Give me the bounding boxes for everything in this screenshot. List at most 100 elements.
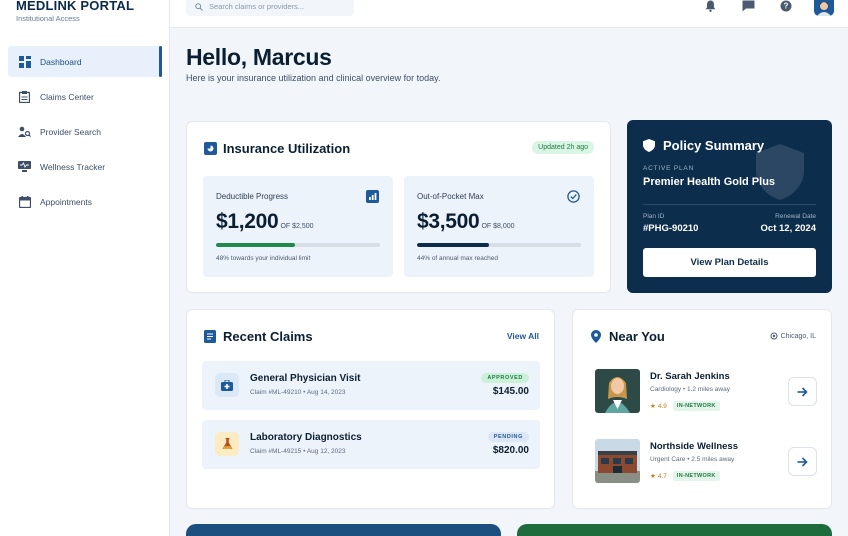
sidebar-item-label: Dashboard xyxy=(40,56,82,67)
location-label[interactable]: Chicago, IL xyxy=(770,332,816,340)
claim-meta: Claim #ML-49210 • Aug 14, 2023 xyxy=(250,389,346,396)
sidebar-item-wellness-tracker[interactable]: Wellness Tracker xyxy=(8,151,162,182)
location-text: Chicago, IL xyxy=(780,332,816,340)
star-icon: ★ xyxy=(650,403,656,410)
page-subtitle: Here is your insurance utilization and c… xyxy=(186,73,441,83)
recent-claims-card: Recent Claims View All General Physician… xyxy=(186,309,555,509)
deductible-note: 48% towards your individual limit xyxy=(216,255,311,262)
provider-name: Northside Wellness xyxy=(650,441,738,452)
star-icon: ★ xyxy=(650,473,656,480)
calendar-icon xyxy=(18,195,31,208)
view-all-link[interactable]: View All xyxy=(507,331,539,341)
sidebar-item-label: Wellness Tracker xyxy=(40,161,106,172)
sidebar-item-label: Provider Search xyxy=(40,126,101,137)
search-box xyxy=(186,0,354,16)
top-bar: ? xyxy=(170,0,848,28)
status-badge: APPROVED xyxy=(481,373,529,383)
policy-divider xyxy=(643,204,816,205)
clipboard-icon xyxy=(18,90,31,103)
svg-text:?: ? xyxy=(784,2,789,11)
near-title: Near You xyxy=(591,329,665,344)
dashboard-icon xyxy=(18,55,31,68)
sidebar-item-claims-center[interactable]: Claims Center xyxy=(8,81,162,112)
claim-row[interactable]: General Physician Visit Claim #ML-49210 … xyxy=(202,361,540,410)
provider-name: Dr. Sarah Jenkins xyxy=(650,371,730,382)
deductible-progress-bar xyxy=(216,243,380,247)
sidebar-item-label: Appointments xyxy=(40,196,92,207)
provider-meta: Cardiology • 1.2 miles away xyxy=(650,386,730,393)
help-icon[interactable]: ? xyxy=(778,0,794,14)
oop-note: 44% of annual max reached xyxy=(417,255,498,262)
status-badge: PENDING xyxy=(487,432,529,442)
claim-title: General Physician Visit xyxy=(250,373,361,384)
oop-progress-fill xyxy=(417,243,490,247)
network-badge: IN-NETWORK xyxy=(672,471,720,481)
bottom-banner-right[interactable] xyxy=(517,524,832,536)
page-title: Hello, Marcus xyxy=(186,44,332,70)
monitor-icon xyxy=(18,160,31,173)
oop-label: Out-of-Pocket Max xyxy=(417,192,484,201)
target-icon xyxy=(770,332,778,340)
people-search-icon xyxy=(18,125,31,138)
arrow-right-icon[interactable] xyxy=(788,447,817,476)
claim-title: Laboratory Diagnostics xyxy=(250,432,362,443)
utilization-title-text: Insurance Utilization xyxy=(223,141,351,156)
receipt-icon xyxy=(204,330,217,343)
policy-title: Policy Summary xyxy=(643,138,764,153)
sidebar-item-label: Claims Center xyxy=(40,91,94,102)
provider-rating: ★ 4.7 IN-NETWORK xyxy=(650,471,720,481)
claims-title-text: Recent Claims xyxy=(223,329,313,344)
deductible-total: OF $2,500 xyxy=(280,223,314,230)
brand-subtitle: Institutional Access xyxy=(16,14,80,23)
oop-metric: Out-of-Pocket Max $3,500 OF $8,000 44% of… xyxy=(404,176,594,277)
deductible-value-row: $1,200 OF $2,500 xyxy=(216,210,314,234)
bell-icon[interactable] xyxy=(702,0,718,14)
rating-value: 4.7 xyxy=(657,472,667,480)
policy-title-text: Policy Summary xyxy=(663,138,765,153)
bottom-banner-left[interactable] xyxy=(186,524,501,536)
clinic-photo xyxy=(595,439,640,483)
claim-amount: $820.00 xyxy=(492,445,529,456)
active-plan-label: ACTIVE PLAN xyxy=(643,165,695,172)
claim-row[interactable]: Laboratory Diagnostics Claim #ML-49215 •… xyxy=(202,420,540,469)
medical-kit-icon xyxy=(215,373,239,397)
updated-badge: Updated 2h ago xyxy=(532,141,594,154)
network-badge: IN-NETWORK xyxy=(672,401,720,411)
chart-card-icon xyxy=(204,142,217,155)
utilization-title: Insurance Utilization xyxy=(204,141,350,156)
insurance-utilization-card: Insurance Utilization Updated 2h ago Ded… xyxy=(186,121,611,293)
user-avatar[interactable] xyxy=(814,0,834,16)
top-actions: ? xyxy=(680,0,834,16)
rating-value: 4.9 xyxy=(657,402,667,410)
brand: MEDLINK PORTAL Institutional Access xyxy=(16,0,134,23)
chat-icon[interactable] xyxy=(740,0,756,14)
shield-icon xyxy=(643,139,655,152)
near-title-text: Near You xyxy=(609,329,665,344)
claim-amount: $145.00 xyxy=(492,386,529,397)
oop-value: $3,500 xyxy=(417,210,480,233)
renewal-date: Oct 12, 2024 xyxy=(760,223,816,234)
oop-total: OF $8,000 xyxy=(481,223,515,230)
search-icon xyxy=(195,0,203,16)
sidebar-item-provider-search[interactable]: Provider Search xyxy=(8,116,162,147)
plan-name: Premier Health Gold Plus xyxy=(643,176,776,188)
sidebar-item-dashboard[interactable]: Dashboard xyxy=(8,46,162,77)
oop-value-row: $3,500 OF $8,000 xyxy=(417,210,515,234)
sidebar: MEDLINK PORTAL Institutional Access Dash… xyxy=(0,0,170,536)
renewal-label: Renewal Date xyxy=(775,213,816,220)
doctor-photo xyxy=(595,369,640,413)
deductible-value: $1,200 xyxy=(216,210,279,233)
deductible-label: Deductible Progress xyxy=(216,192,289,201)
plan-id-label: Plan ID xyxy=(643,213,665,220)
deductible-progress-fill xyxy=(216,243,295,247)
location-pin-icon xyxy=(591,330,601,343)
sidebar-item-appointments[interactable]: Appointments xyxy=(8,186,162,217)
provider-item[interactable]: Dr. Sarah Jenkins Cardiology • 1.2 miles… xyxy=(595,369,817,417)
view-plan-details-button[interactable]: View Plan Details xyxy=(643,248,816,277)
provider-item[interactable]: Northside Wellness Urgent Care • 2.5 mil… xyxy=(595,439,817,487)
sidebar-nav: Dashboard Claims Center Provider Search … xyxy=(8,46,162,221)
search-input[interactable] xyxy=(209,2,349,11)
check-circle-icon xyxy=(567,190,580,203)
arrow-right-icon[interactable] xyxy=(788,377,817,406)
flask-icon xyxy=(215,432,239,456)
